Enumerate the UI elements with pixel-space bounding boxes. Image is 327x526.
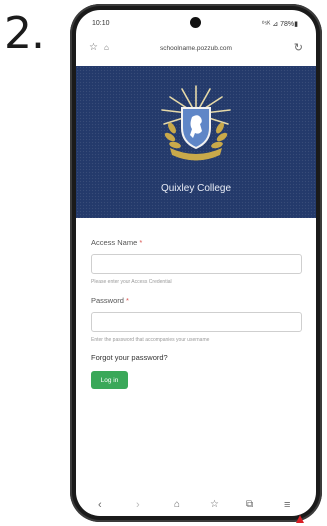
- college-crest-logo: [161, 85, 231, 161]
- required-marker: *: [137, 238, 143, 247]
- college-name: Quixley College: [160, 183, 232, 194]
- access-name-label: Access Name *: [91, 238, 143, 247]
- front-camera: [190, 17, 201, 28]
- password-label: Password *: [91, 296, 129, 305]
- forward-arrow-icon[interactable]: ›: [136, 499, 140, 511]
- phone-frame: 10:10 ⁰⁵ᴷ ⊿ 78%▮ ☆ ⌂ schoolname.pozzub.c…: [70, 4, 322, 522]
- back-arrow-icon[interactable]: ‹: [98, 499, 102, 511]
- password-hint: Enter the password that accompanies your…: [91, 337, 210, 343]
- login-button[interactable]: Log in: [91, 371, 128, 389]
- step-number: 2.: [4, 8, 45, 59]
- bookmarks-icon[interactable]: ☆: [210, 499, 219, 510]
- phone-screen: 10:10 ⁰⁵ᴷ ⊿ 78%▮ ☆ ⌂ schoolname.pozzub.c…: [76, 10, 316, 516]
- tabs-icon[interactable]: ⧉: [246, 499, 253, 510]
- menu-icon[interactable]: ≡: [284, 499, 290, 511]
- status-bar: 10:10 ⁰⁵ᴷ ⊿ 78%▮: [76, 10, 316, 34]
- access-name-input[interactable]: [91, 254, 302, 274]
- access-name-hint: Please enter your Access Credential: [91, 279, 172, 285]
- browser-url-bar[interactable]: ☆ ⌂ schoolname.pozzub.com ↻: [76, 38, 316, 60]
- login-form: Access Name * Please enter your Access C…: [91, 238, 305, 389]
- forgot-password-link[interactable]: Forgot your password?: [91, 353, 305, 362]
- status-time: 10:10: [92, 20, 110, 27]
- required-marker: *: [123, 296, 129, 305]
- home-icon[interactable]: ⌂: [174, 499, 180, 510]
- pointer-arrow-marker: [296, 515, 304, 523]
- college-header-banner: Quixley College: [76, 66, 316, 218]
- status-icons: ⁰⁵ᴷ ⊿ 78%▮: [261, 21, 298, 28]
- password-input[interactable]: [91, 312, 302, 332]
- browser-bottom-nav: ‹ › ⌂ ☆ ⧉ ≡: [76, 496, 316, 516]
- url-text[interactable]: schoolname.pozzub.com: [76, 45, 316, 52]
- reload-icon[interactable]: ↻: [294, 41, 303, 54]
